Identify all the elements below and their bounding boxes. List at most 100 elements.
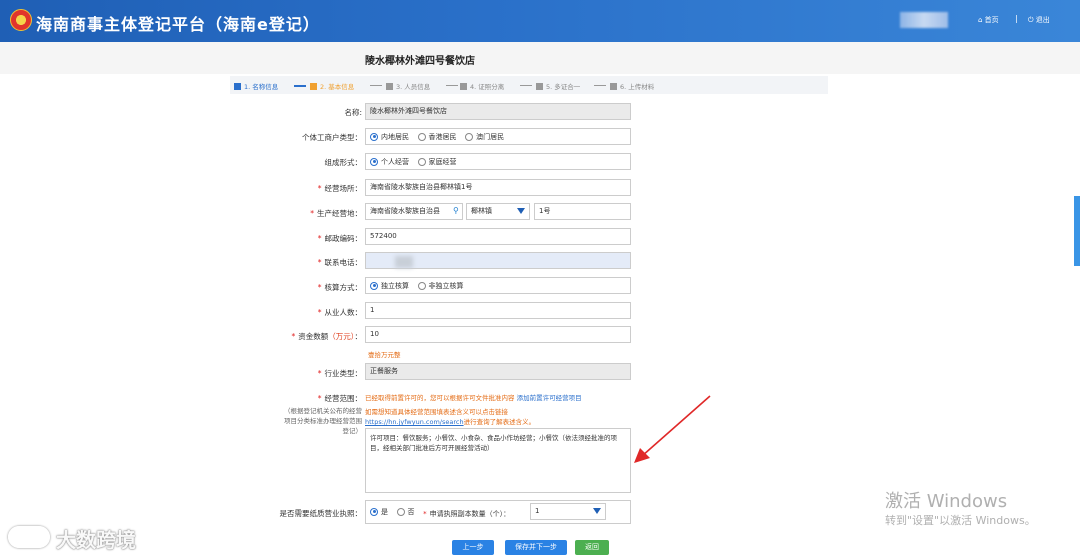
step-multi-cert[interactable]: 5. 多证合一 [536, 81, 580, 91]
prev-button[interactable]: 上一步 [452, 540, 494, 555]
prod-address-label: * 生产经营地： [310, 208, 362, 219]
radio-mainland[interactable]: 内地居民 [370, 129, 409, 144]
step-connector [446, 85, 458, 86]
step-connector [594, 85, 606, 86]
unit-text: （万元） [328, 332, 355, 341]
person-icon [386, 83, 393, 90]
employees-input[interactable]: 1 [365, 302, 631, 319]
side-float-tab[interactable] [1074, 196, 1080, 266]
label-text: 核算方式： [324, 283, 363, 292]
postcode-input[interactable]: 572400 [365, 228, 631, 245]
biz-address-label: * 经营场所： [318, 183, 362, 194]
note-text: 已经取得前置许可的，您可以根据许可文件批准内容 [365, 394, 515, 402]
save-next-button[interactable]: 保存并下一步 [505, 540, 567, 555]
header-separator: | [1015, 14, 1018, 23]
radio-paper-yes[interactable]: 是 [370, 504, 388, 519]
town-value: 椰林镇 [471, 207, 492, 215]
radio-family[interactable]: 家庭经营 [417, 154, 457, 169]
employees-label: * 从业人数： [318, 307, 362, 318]
step-connector [294, 85, 306, 87]
town-select[interactable]: 椰林镇 [466, 203, 530, 220]
step-personnel-info[interactable]: 3. 人员信息 [386, 81, 430, 91]
step-connector [520, 85, 532, 86]
radio-label: 内地居民 [381, 132, 409, 141]
radio-paper-no[interactable]: 否 [396, 504, 415, 519]
radio-dot [417, 157, 426, 166]
required-mark: * [317, 258, 322, 267]
radio-label: 家庭经营 [428, 157, 457, 166]
biz-address-input[interactable]: 海南省陵水黎族自治县椰林镇1号 [365, 179, 631, 196]
add-prelicense-link[interactable]: 添加前置许可经营项目 [517, 394, 582, 402]
label-text: 生产经营地： [317, 209, 362, 218]
county-picker[interactable]: 海南省陵水黎族自治县 [365, 203, 463, 220]
title-bar [0, 42, 1080, 74]
required-mark: * [317, 369, 322, 378]
radio-hongkong[interactable]: 香港居民 [417, 129, 457, 144]
radio-dot [417, 132, 426, 141]
radio-independent[interactable]: 独立核算 [370, 278, 409, 293]
capital-label: * 资金数额（万元）： [292, 331, 363, 342]
step-basic-info[interactable]: 2. 基本信息 [310, 81, 354, 91]
label-text: 行业类型： [324, 369, 363, 378]
step-upload[interactable]: 6. 上传材料 [610, 81, 654, 91]
copies-label: * 申请执照副本数量（个）： [423, 506, 510, 521]
label-text: 经营场所： [324, 184, 363, 193]
step-label: 3. 人员信息 [396, 83, 431, 91]
scope-note-1: 已经取得前置许可的，您可以根据许可文件批准内容 添加前置许可经营项目 [365, 392, 582, 402]
scope-note-2: 如需想知道具体经营范围填表述含义可以点击链接 [365, 408, 508, 416]
capital-input[interactable]: 10 [365, 326, 631, 343]
step-connector [370, 85, 382, 86]
radio-label: 否 [407, 507, 415, 516]
scope-textarea[interactable]: 许可项目：餐饮服务；小餐饮、小食杂、食品小作坊经营；小餐饮（依法须经批准的项目，… [365, 428, 631, 493]
label-text: 从业人数： [324, 308, 363, 317]
chart-icon [234, 83, 241, 90]
watermark-logo-icon [8, 526, 50, 548]
required-mark: * [291, 332, 296, 341]
step-label: 5. 多证合一 [546, 83, 581, 91]
search-link[interactable]: https://hn.jyfwyun.com/search [365, 418, 464, 426]
location-pin-icon[interactable]: ⚲ [453, 207, 459, 215]
user-name-blurred [900, 12, 948, 28]
required-mark: * [317, 184, 322, 193]
step-license-separation[interactable]: 4. 证照分离 [460, 81, 504, 91]
radio-label: 个人经营 [381, 157, 409, 166]
org-form-label: 组成形式： [324, 158, 363, 167]
home-link[interactable]: ⌂ 首页 [978, 15, 999, 25]
label-text: 邮政编码： [324, 234, 363, 243]
radio-macau[interactable]: 澳门居民 [465, 129, 504, 144]
step-label: 4. 证照分离 [470, 83, 505, 91]
phone-value-blurred [395, 256, 413, 268]
required-mark: * [423, 509, 427, 518]
radio-dot [370, 157, 378, 166]
radio-dot [465, 132, 474, 141]
radio-non-independent[interactable]: 非独立核算 [417, 278, 464, 293]
step-name-info[interactable]: 1. 名称信息 [234, 81, 278, 91]
logout-link[interactable]: ⏻ 退出 [1028, 15, 1050, 25]
dropdown-arrow-icon [517, 208, 525, 214]
scope-label: * 经营范围： [318, 393, 362, 404]
step-label: 1. 名称信息 [244, 83, 279, 91]
radio-dot [417, 281, 426, 290]
industry-field: 正餐服务 [365, 363, 631, 380]
radio-dot [370, 132, 378, 141]
address-detail-input[interactable]: 1号 [534, 203, 631, 220]
back-button[interactable]: 返回 [575, 540, 609, 555]
org-form-radios: 个人经营 家庭经营 [365, 153, 631, 170]
label-text: 经营范围： [324, 394, 363, 403]
label-text: 申请执照副本数量（个）： [429, 509, 511, 518]
file-icon [610, 83, 617, 90]
scope-side-hint: （根据登记机关公布的经营项目分类标准办理经营范围登记） [284, 407, 362, 435]
copies-select[interactable]: 1 [530, 503, 606, 520]
radio-label: 是 [381, 507, 388, 516]
industry-label: * 行业类型： [318, 368, 362, 379]
radio-individual[interactable]: 个人经营 [370, 154, 409, 169]
red-arrow-annotation [634, 395, 711, 463]
postcode-label: * 邮政编码： [318, 233, 362, 244]
owner-type-label: 个体工商户类型： [302, 133, 362, 142]
scope-note-3: https://hn.jyfwyun.com/search进行查询了解表述含义。 [365, 416, 535, 426]
radio-label: 香港居民 [428, 132, 457, 141]
phone-label: * 联系电话： [318, 257, 362, 268]
dropdown-arrow-icon [593, 508, 601, 514]
platform-title: 海南商事主体登记平台（海南e登记） [36, 15, 320, 34]
required-mark: * [317, 234, 322, 243]
